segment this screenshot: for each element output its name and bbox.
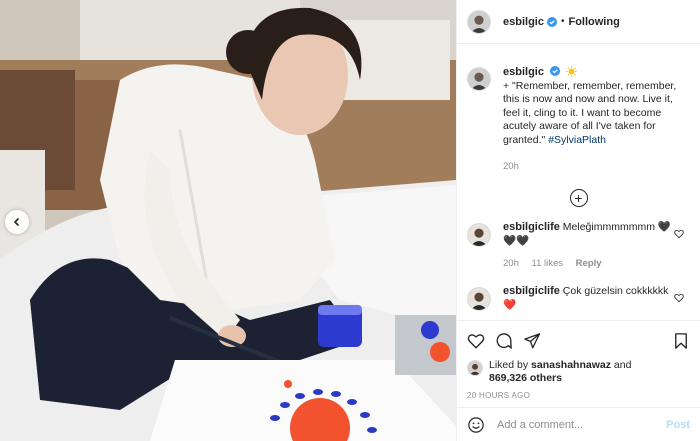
previous-image-button[interactable] <box>5 210 29 234</box>
post-photo <box>0 0 456 441</box>
header-username[interactable]: esbilgic <box>503 16 544 28</box>
avatar[interactable] <box>467 286 491 311</box>
sun-emoji-icon <box>566 66 577 77</box>
comments-list[interactable]: esbilgic + "Remember, remember, remember… <box>457 44 700 320</box>
heart-icon[interactable] <box>674 229 684 239</box>
chevron-left-icon <box>13 217 20 227</box>
caption-username[interactable]: esbilgic <box>503 66 544 78</box>
post-time[interactable]: 20 HOURS AGO <box>467 391 690 400</box>
separator-dot: • <box>560 16 565 27</box>
comment-input[interactable] <box>497 418 667 431</box>
comment-meta: 20h 11 likes Reply <box>503 257 672 271</box>
caption-meta: 20h <box>503 160 690 174</box>
list-item: esbilgiclife Çok güzelsin cokkkkkk❤️ <box>467 285 690 312</box>
list-item: esbilgiclife Meleğimmmmmmm 🖤🖤🖤 20h 11 li… <box>467 221 690 271</box>
heart-icon[interactable] <box>674 293 684 303</box>
likes-user[interactable]: sanashahnawaz <box>531 359 611 371</box>
likes-summary: Liked by sanashahnawaz and 869,326 other… <box>467 359 690 385</box>
comment-time[interactable]: 20h <box>503 258 519 269</box>
caption-time[interactable]: 20h <box>503 161 519 172</box>
post-view: esbilgic • Following esbilgic + "Remembe… <box>0 0 700 441</box>
verified-icon <box>549 66 560 76</box>
post-caption: esbilgic + "Remember, remember, remember… <box>467 66 690 173</box>
post-actions: Liked by sanashahnawaz and 869,326 other… <box>457 320 700 407</box>
share-icon[interactable] <box>523 332 541 350</box>
avatar[interactable] <box>467 9 491 34</box>
following-button[interactable]: Following <box>568 16 619 28</box>
caption-hashtag[interactable]: #SylviaPlath <box>548 134 606 146</box>
comment-icon[interactable] <box>495 332 513 350</box>
add-comment-bar: Post <box>457 407 700 441</box>
likes-others[interactable]: 869,326 others <box>489 372 562 384</box>
verified-icon <box>546 16 557 27</box>
post-button[interactable]: Post <box>666 419 690 431</box>
comment-username[interactable]: esbilgiclife <box>503 221 560 233</box>
avatar[interactable] <box>467 67 491 91</box>
comment-likes[interactable]: 11 likes <box>532 258 564 269</box>
likes-text: Liked by sanashahnawaz and 869,326 other… <box>489 359 631 385</box>
post-image[interactable] <box>0 0 456 441</box>
bookmark-icon[interactable] <box>672 332 690 350</box>
likes-connector: and <box>610 359 632 371</box>
heart-icon[interactable] <box>467 332 485 350</box>
action-bar <box>467 323 690 359</box>
comment-username[interactable]: esbilgiclife <box>503 285 560 297</box>
likes-prefix: Liked by <box>489 359 532 371</box>
emoji-icon[interactable] <box>467 416 485 434</box>
reply-button[interactable]: Reply <box>576 258 602 269</box>
load-more-comments: + <box>467 189 690 208</box>
avatar[interactable] <box>467 223 491 248</box>
add-circle-icon[interactable]: + <box>569 189 588 208</box>
post-header: esbilgic • Following <box>457 0 700 44</box>
post-side-panel: esbilgic • Following esbilgic + "Remembe… <box>456 0 700 441</box>
avatar[interactable] <box>467 360 483 376</box>
